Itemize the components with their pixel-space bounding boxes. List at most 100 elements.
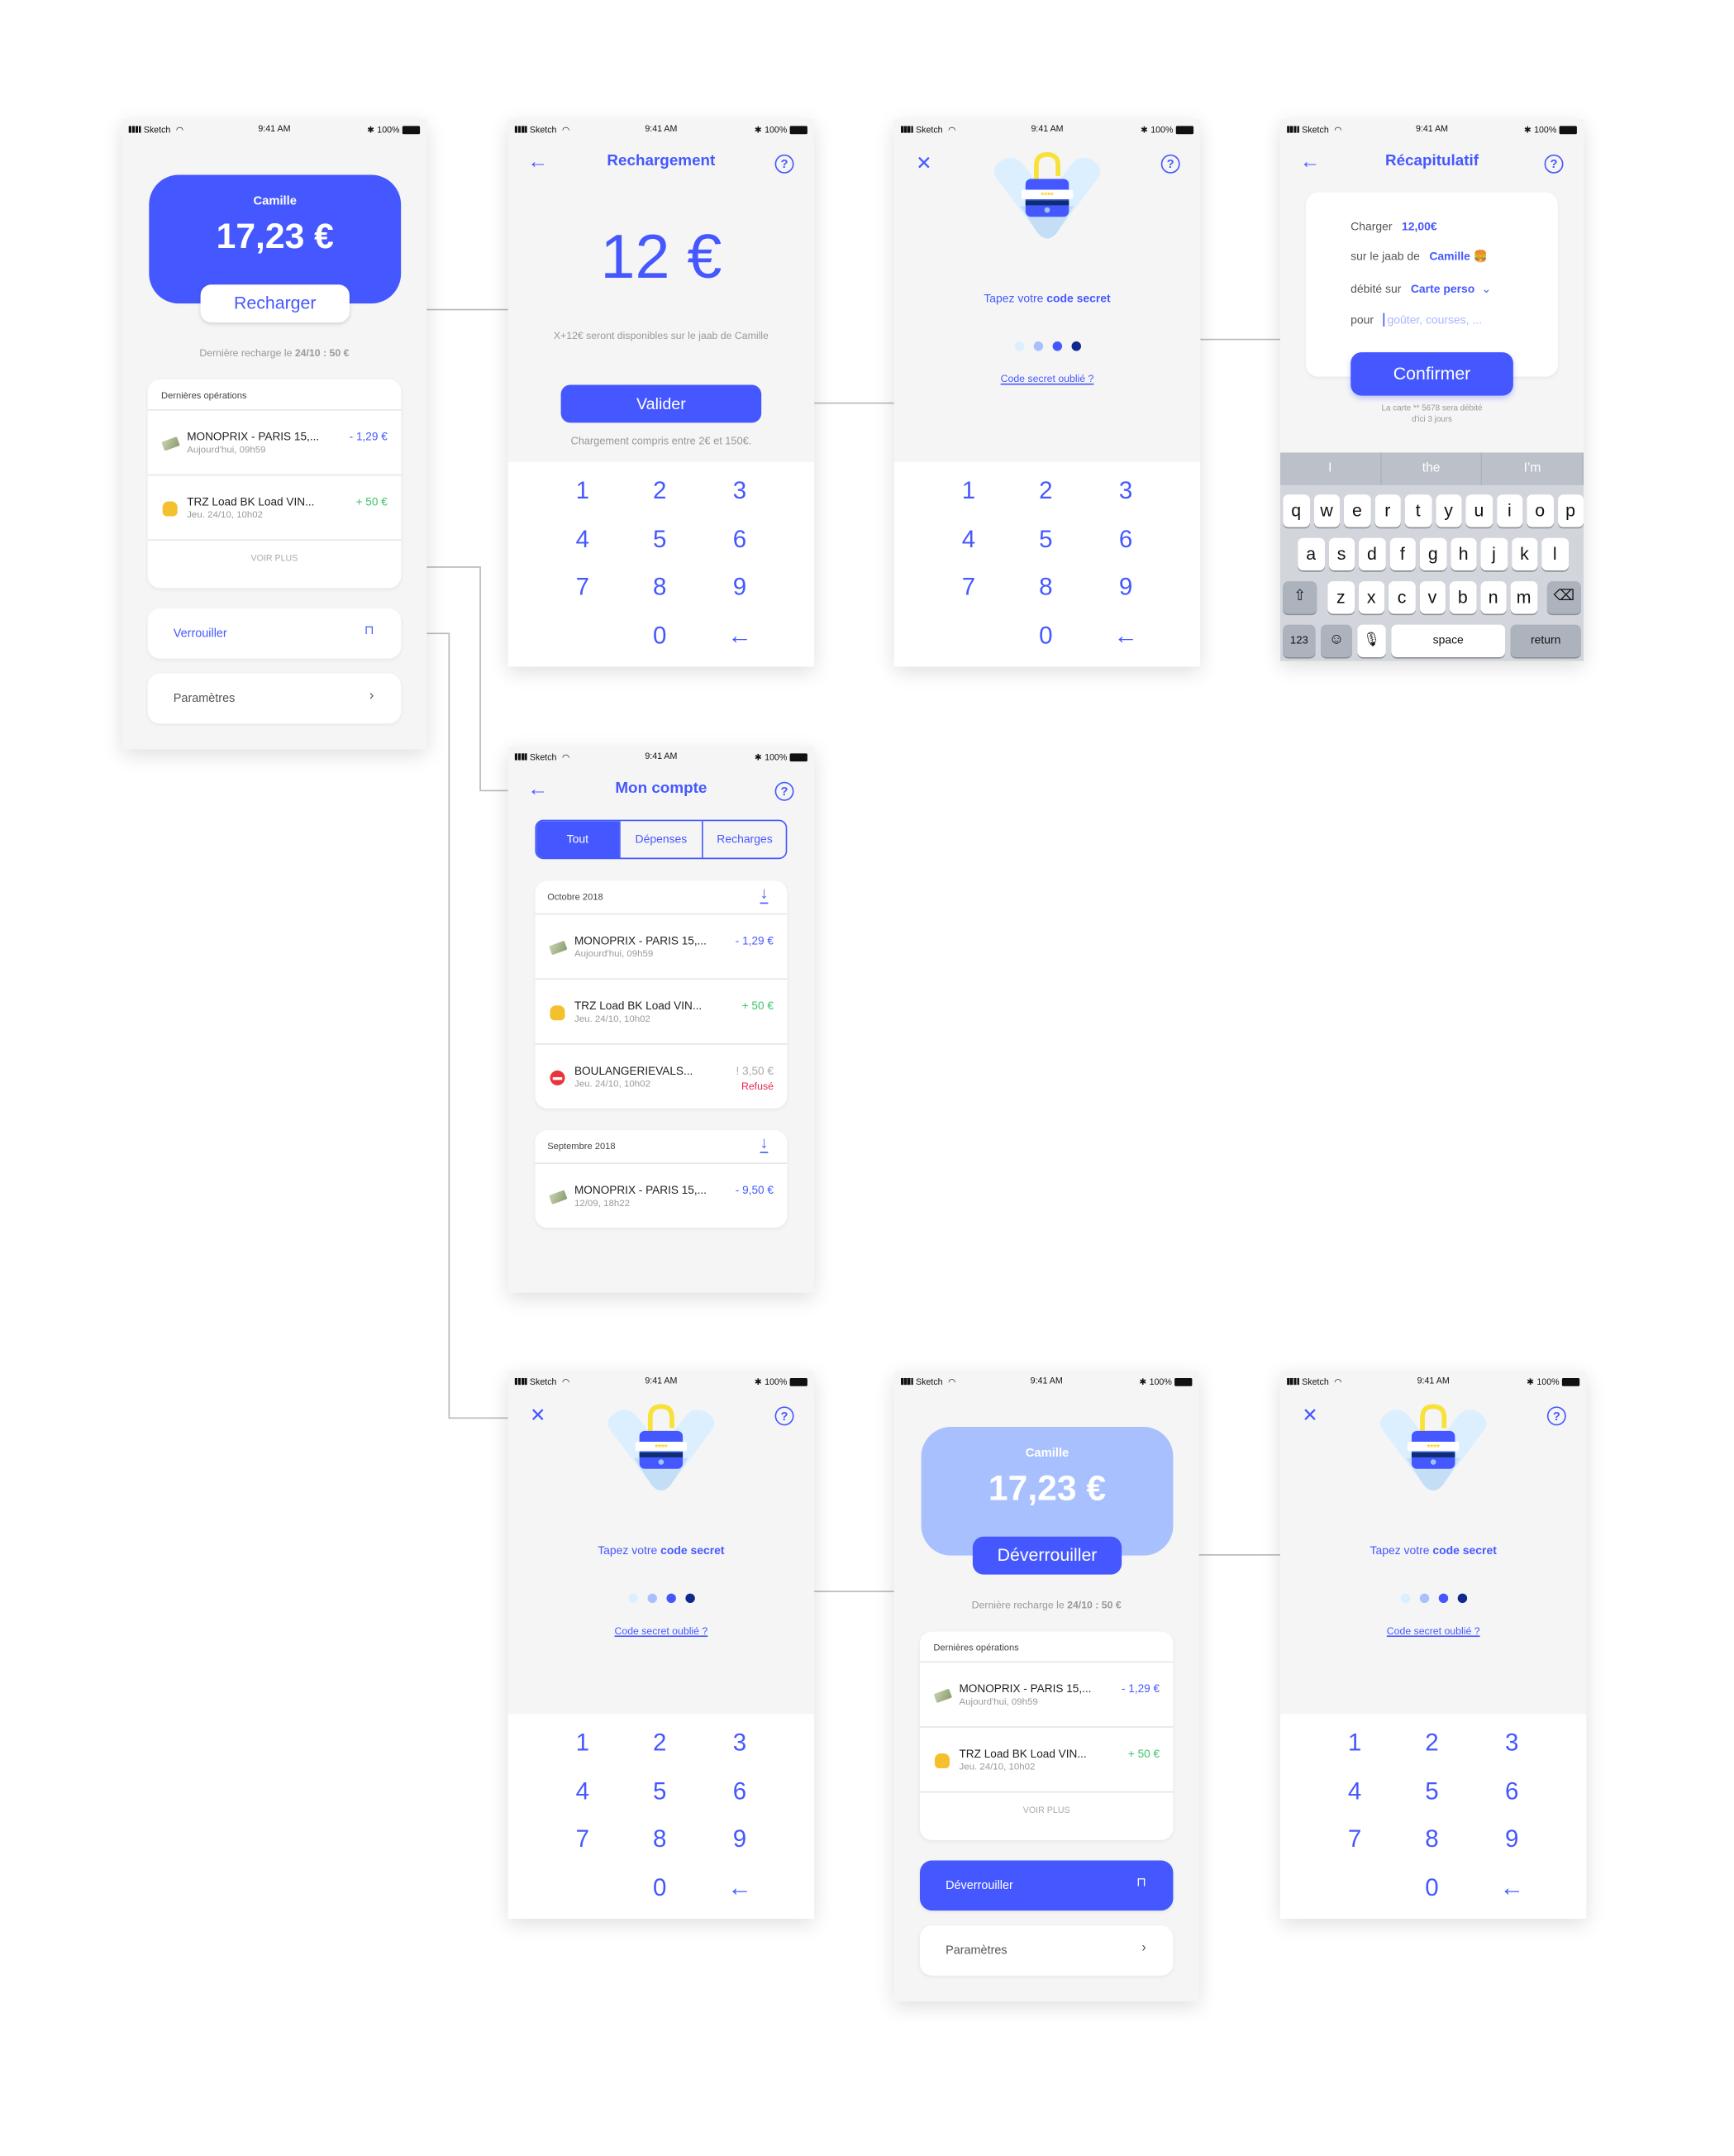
forgot-code-link[interactable]: Code secret oublié ? bbox=[894, 373, 1200, 385]
keyboard-key[interactable]: y bbox=[1435, 494, 1462, 527]
settings-row[interactable]: Paramètres › bbox=[919, 1925, 1174, 1976]
lock-row[interactable]: Verrouiller ⊓ bbox=[147, 608, 402, 659]
keypad-key[interactable]: 3 bbox=[706, 470, 774, 511]
keypad-key[interactable]: 5 bbox=[1012, 519, 1079, 560]
keyboard-key[interactable]: k bbox=[1511, 537, 1538, 571]
keypad-key[interactable]: 9 bbox=[1092, 566, 1160, 607]
keyboard-key[interactable]: a bbox=[1298, 537, 1325, 571]
see-more-button[interactable]: VOIR PLUS bbox=[919, 1791, 1174, 1840]
help-icon[interactable]: ? bbox=[774, 154, 794, 174]
purpose-input[interactable]: goûter, courses, ... bbox=[1383, 312, 1483, 327]
transaction-row[interactable]: TRZ Load BK Load VIN... Jeu. 24/10, 10h02… bbox=[919, 1726, 1174, 1791]
keypad-key[interactable]: 8 bbox=[626, 1819, 693, 1859]
transaction-row[interactable]: MONOPRIX - PARIS 15,... Aujourd'hui, 09h5… bbox=[147, 409, 402, 475]
close-icon[interactable]: ✕ bbox=[913, 152, 935, 174]
keypad-key[interactable]: 9 bbox=[706, 1819, 774, 1859]
tab-recharges[interactable]: Recharges bbox=[702, 821, 786, 858]
return-key[interactable]: return bbox=[1510, 624, 1581, 657]
recharge-button[interactable]: Recharger bbox=[200, 284, 350, 323]
keyboard-key[interactable]: u bbox=[1465, 494, 1493, 527]
numbers-key[interactable]: 123 bbox=[1283, 624, 1316, 657]
help-icon[interactable]: ? bbox=[1546, 1406, 1566, 1426]
help-icon[interactable]: ? bbox=[774, 1406, 794, 1426]
keypad-backspace[interactable]: ← bbox=[1092, 615, 1160, 656]
keypad-key[interactable]: 0 bbox=[1398, 1867, 1466, 1908]
keypad-key[interactable]: 8 bbox=[1012, 566, 1079, 607]
confirm-button[interactable]: Confirmer bbox=[1351, 352, 1513, 396]
keypad-key[interactable]: 0 bbox=[1012, 615, 1079, 656]
keypad-key[interactable]: 6 bbox=[706, 1771, 774, 1811]
keypad-key[interactable]: 4 bbox=[935, 519, 1003, 560]
settings-row[interactable]: Paramètres › bbox=[147, 673, 402, 724]
transaction-row[interactable]: TRZ Load BK Load VIN... Jeu. 24/10, 10h02… bbox=[147, 474, 402, 540]
microphone-key[interactable]: 🎙︎ bbox=[1357, 624, 1386, 657]
keypad-key[interactable]: 7 bbox=[935, 566, 1003, 607]
keypad-key[interactable]: 6 bbox=[706, 519, 774, 560]
keypad-key[interactable]: 4 bbox=[1321, 1771, 1389, 1811]
transaction-row[interactable]: TRZ Load BK Load VIN... Jeu. 24/10, 10h02… bbox=[535, 978, 788, 1043]
validate-button[interactable]: Valider bbox=[560, 384, 762, 423]
transaction-row[interactable]: MONOPRIX - PARIS 15,... Aujourd'hui, 09h5… bbox=[919, 1661, 1174, 1727]
keyboard-key[interactable]: v bbox=[1418, 581, 1446, 614]
shift-key[interactable]: ⇧ bbox=[1283, 581, 1317, 614]
emoji-key[interactable]: ☺ bbox=[1321, 624, 1352, 657]
keypad-key[interactable]: 5 bbox=[626, 519, 693, 560]
keypad-key[interactable]: 3 bbox=[1478, 1722, 1546, 1762]
close-icon[interactable]: ✕ bbox=[527, 1404, 549, 1425]
keyboard-suggestion[interactable]: I’m bbox=[1482, 452, 1584, 485]
keyboard-suggestion[interactable]: I bbox=[1279, 452, 1382, 485]
transaction-row[interactable]: BOULANGERIEVALS... Jeu. 24/10, 10h02 ! 3,5… bbox=[535, 1043, 788, 1109]
keyboard-key[interactable]: z bbox=[1327, 581, 1355, 614]
keypad-key[interactable]: 6 bbox=[1478, 1771, 1546, 1811]
keypad-key[interactable]: 1 bbox=[935, 470, 1003, 511]
keyboard-key[interactable]: s bbox=[1328, 537, 1355, 571]
keypad-key[interactable]: 6 bbox=[1092, 519, 1160, 560]
keyboard-key[interactable]: f bbox=[1389, 537, 1416, 571]
keyboard-key[interactable]: t bbox=[1404, 494, 1432, 527]
help-icon[interactable]: ? bbox=[1160, 154, 1180, 174]
keypad-key[interactable]: 2 bbox=[626, 470, 693, 511]
keypad-key[interactable]: 1 bbox=[549, 1722, 617, 1762]
recap-value[interactable]: Carte perso bbox=[1411, 282, 1474, 295]
download-icon[interactable]: ↓ bbox=[760, 1133, 769, 1153]
close-icon[interactable]: ✕ bbox=[1299, 1404, 1321, 1425]
keypad-backspace[interactable]: ← bbox=[706, 1867, 774, 1908]
keyboard-key[interactable]: x bbox=[1358, 581, 1385, 614]
keypad-key[interactable]: 7 bbox=[549, 566, 617, 607]
keyboard-key[interactable]: l bbox=[1541, 537, 1569, 571]
space-key[interactable]: space bbox=[1391, 624, 1506, 657]
keypad-key[interactable]: 7 bbox=[1321, 1819, 1389, 1859]
keypad-key[interactable]: 1 bbox=[549, 470, 617, 511]
keyboard-key[interactable]: i bbox=[1496, 494, 1523, 527]
unlock-row[interactable]: Déverrouiller ⊓ bbox=[919, 1860, 1174, 1911]
keyboard-key[interactable]: e bbox=[1343, 494, 1370, 527]
keypad-key[interactable]: 5 bbox=[1398, 1771, 1466, 1811]
forgot-code-link[interactable]: Code secret oublié ? bbox=[508, 1624, 814, 1637]
keyboard-key[interactable]: o bbox=[1527, 494, 1554, 527]
delete-key[interactable]: ⌫ bbox=[1546, 581, 1581, 614]
keyboard-key[interactable]: d bbox=[1359, 537, 1385, 571]
keyboard-key[interactable]: j bbox=[1480, 537, 1508, 571]
keypad-key[interactable]: 9 bbox=[706, 566, 774, 607]
keypad-key[interactable]: 8 bbox=[626, 566, 693, 607]
keypad-key[interactable]: 9 bbox=[1478, 1819, 1546, 1859]
keyboard-key[interactable]: c bbox=[1389, 581, 1416, 614]
keypad-key[interactable]: 2 bbox=[626, 1722, 693, 1762]
keypad-key[interactable]: 3 bbox=[1092, 470, 1160, 511]
keyboard-key[interactable]: m bbox=[1510, 581, 1537, 614]
keyboard-suggestion[interactable]: the bbox=[1381, 452, 1483, 485]
transaction-row[interactable]: MONOPRIX - PARIS 15,... Aujourd'hui, 09h5… bbox=[535, 913, 788, 979]
keypad-key[interactable]: 2 bbox=[1012, 470, 1079, 511]
help-icon[interactable]: ? bbox=[1544, 154, 1564, 174]
help-icon[interactable]: ? bbox=[774, 781, 794, 801]
keyboard-key[interactable]: p bbox=[1557, 494, 1584, 527]
keyboard-key[interactable]: w bbox=[1313, 494, 1341, 527]
forgot-code-link[interactable]: Code secret oublié ? bbox=[1280, 1624, 1586, 1637]
keypad-backspace[interactable]: ← bbox=[706, 615, 774, 656]
keypad-key[interactable]: 7 bbox=[549, 1819, 617, 1859]
keypad-key[interactable]: 2 bbox=[1398, 1722, 1466, 1762]
keypad-key[interactable]: 0 bbox=[626, 1867, 693, 1908]
keypad-key[interactable]: 8 bbox=[1398, 1819, 1466, 1859]
unlock-button[interactable]: Déverrouiller bbox=[972, 1536, 1122, 1575]
keyboard-key[interactable]: b bbox=[1449, 581, 1476, 614]
